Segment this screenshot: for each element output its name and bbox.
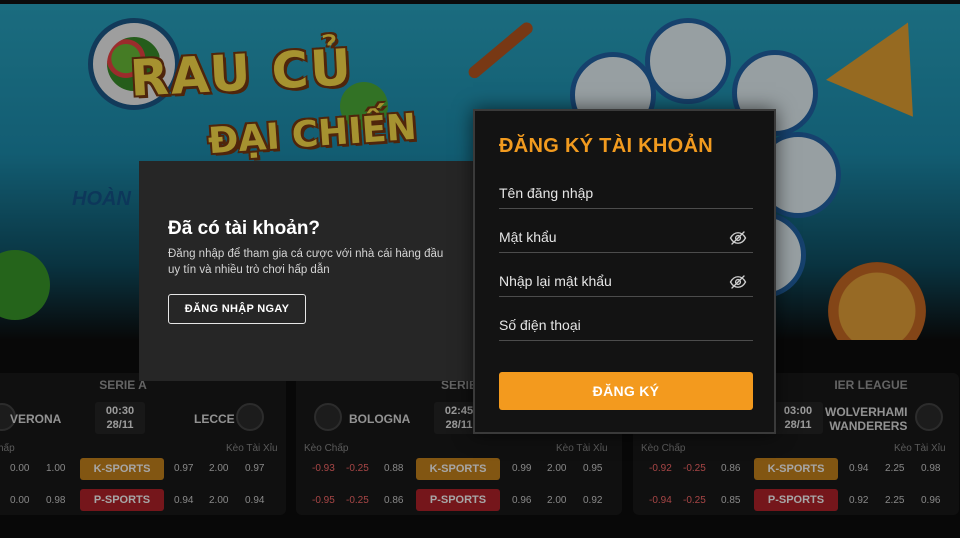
confirm-password-placeholder: Nhập lại mật khẩu	[499, 273, 612, 289]
login-prompt-description: Đăng nhập để tham gia cá cược với nhà cá…	[168, 248, 444, 276]
confirm-password-field[interactable]: Nhập lại mật khẩu	[499, 267, 753, 297]
register-submit-button[interactable]: ĐĂNG KÝ	[499, 372, 753, 410]
register-modal: ĐĂNG KÝ TÀI KHOẢN Tên đăng nhập Mật khẩu…	[473, 109, 776, 434]
username-placeholder: Tên đăng nhập	[499, 185, 594, 201]
register-title: ĐĂNG KÝ TÀI KHOẢN	[499, 135, 713, 157]
page-root: RAU CỦ ĐẠI CHIẾN HOÀN SERIE A VERONA 00:…	[0, 0, 960, 538]
login-prompt-title: Đã có tài khoản?	[168, 218, 321, 239]
password-field[interactable]: Mật khẩu	[499, 223, 753, 253]
eye-off-icon[interactable]	[729, 273, 747, 291]
login-prompt-panel: Đã có tài khoản? Đăng nhập để tham gia c…	[139, 161, 475, 381]
phone-placeholder: Số điện thoại	[499, 317, 581, 333]
username-field[interactable]: Tên đăng nhập	[499, 179, 753, 209]
phone-field[interactable]: Số điện thoại	[499, 311, 753, 341]
password-placeholder: Mật khẩu	[499, 229, 557, 245]
login-now-button[interactable]: ĐĂNG NHẬP NGAY	[168, 294, 306, 324]
eye-off-icon[interactable]	[729, 229, 747, 247]
